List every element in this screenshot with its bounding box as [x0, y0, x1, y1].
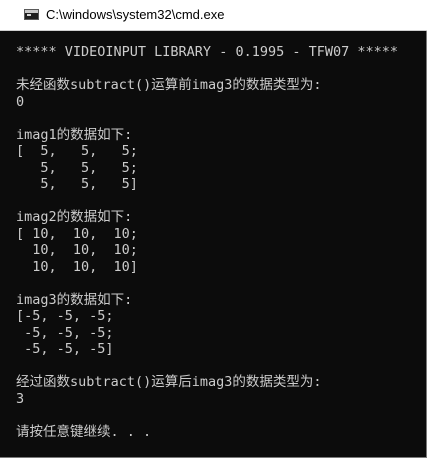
console-line-imag1-heading: imag1的数据如下:: [16, 126, 133, 143]
console-line-after-label: 经过函数subtract()运算后imag3的数据类型为:: [16, 374, 322, 390]
console-window: C:\windows\system32\cmd.exe ***** VIDEOI…: [0, 0, 427, 458]
console-line-after-type: 3: [16, 390, 25, 407]
console-line-imag1-row: [ 5, 5, 5;: [16, 143, 138, 159]
icon-titlebar-strip: [25, 10, 38, 13]
console-line-imag3-row: [-5, -5, -5;: [16, 308, 114, 324]
console-line-imag2-row: 10, 10, 10;: [16, 242, 138, 258]
console-line-imag3-row: -5, -5, -5]: [16, 341, 114, 357]
window-title: C:\windows\system32\cmd.exe: [46, 7, 225, 22]
console-output[interactable]: ***** VIDEOINPUT LIBRARY - 0.1995 - TFW0…: [16, 44, 398, 440]
console-line-imag1-row: 5, 5, 5;: [16, 159, 138, 176]
console-line-imag2-heading: imag2的数据如下:: [16, 209, 133, 225]
console-line-press-any-key: 请按任意键继续. . .: [16, 423, 152, 440]
console-line-banner: ***** VIDEOINPUT LIBRARY - 0.1995 - TFW0…: [16, 44, 399, 60]
title-bar[interactable]: C:\windows\system32\cmd.exe: [0, 0, 427, 31]
console-line-before-label: 未经函数subtract()运算前imag3的数据类型为:: [16, 77, 322, 93]
console-icon[interactable]: [24, 9, 39, 20]
console-line-imag3-heading: imag3的数据如下:: [16, 291, 133, 308]
console-line-imag2-row: [ 10, 10, 10;: [16, 225, 138, 242]
console-line-imag3-row: -5, -5, -5;: [16, 324, 114, 341]
icon-prompt-mark: [27, 14, 31, 16]
console-line-before-type: 0: [16, 93, 25, 110]
console-line-imag2-row: 10, 10, 10]: [16, 258, 138, 275]
console-line-imag1-row: 5, 5, 5]: [16, 176, 138, 192]
